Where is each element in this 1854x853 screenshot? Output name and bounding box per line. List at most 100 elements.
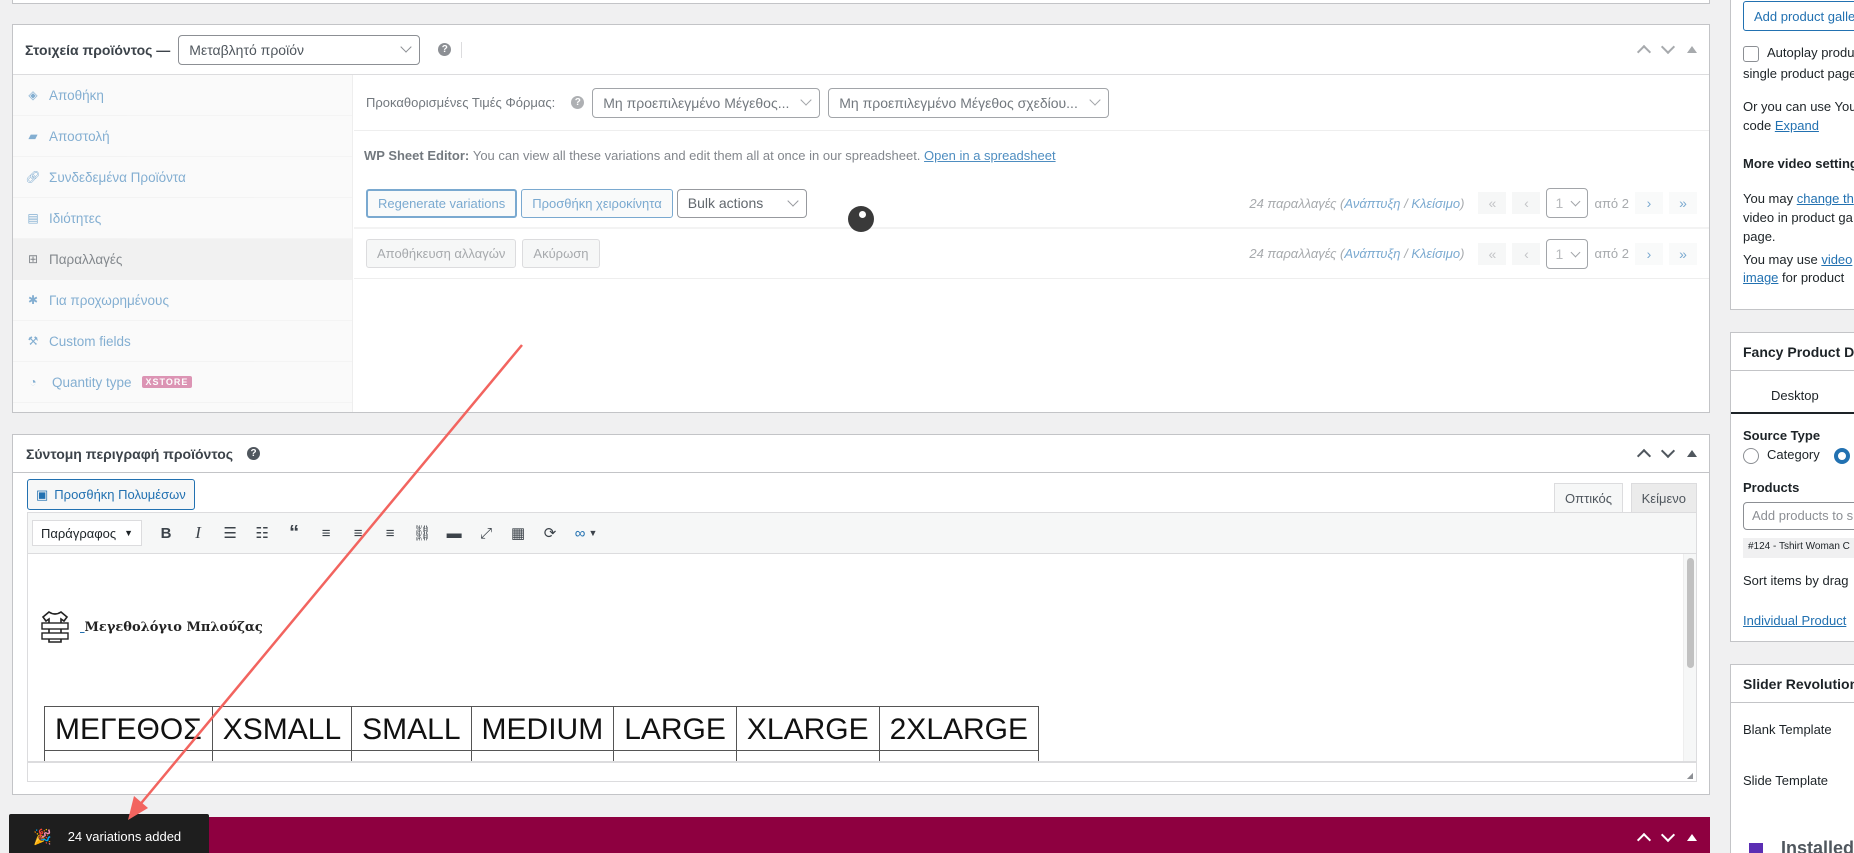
next-page-button[interactable]: › <box>1635 242 1663 265</box>
italic-icon[interactable]: I <box>182 519 214 547</box>
next-page-button[interactable]: › <box>1635 192 1663 214</box>
tab-quantity-type[interactable]: ◔ Quantity type XSTORE <box>13 362 352 403</box>
first-page-button[interactable]: « <box>1478 192 1507 214</box>
chevron-down-icon <box>1089 93 1101 106</box>
individual-product-link[interactable]: Individual Product <box>1743 613 1846 628</box>
align-center-icon[interactable]: ≡ <box>342 519 374 547</box>
products-radio[interactable] <box>1833 447 1850 464</box>
fancy-product-title: Fancy Product De <box>1731 333 1854 371</box>
add-product-gallery-button[interactable]: Add product gallery <box>1743 1 1854 31</box>
move-down-icon[interactable] <box>1660 39 1676 55</box>
chevron-down-icon <box>787 194 799 207</box>
infinity-icon[interactable]: ∞ ▼ <box>566 519 606 547</box>
move-up-icon[interactable] <box>1636 832 1652 848</box>
editor-content[interactable]: Μεγεθολόγιο Μπλούζας ΜΕΓΕΘΟΣ XSMALL SMAL… <box>27 554 1697 762</box>
expand-link[interactable]: Expand <box>1775 118 1819 133</box>
table-cell: 77 <box>878 750 1040 761</box>
prev-page-button[interactable]: ‹ <box>1512 192 1541 214</box>
box-controls <box>1636 827 1697 848</box>
size-chart-title-text: Μεγεθολόγιο Μπλούζας <box>84 619 263 635</box>
scrollbar-thumb[interactable] <box>1687 558 1694 668</box>
editor-scrollbar[interactable] <box>1683 554 1696 761</box>
help-icon[interactable]: ? <box>438 43 452 56</box>
cancel-button[interactable]: Ακύρωση <box>522 239 600 268</box>
tab-inventory[interactable]: ◈ Αποθήκη <box>13 75 352 116</box>
regenerate-variations-button[interactable]: Regenerate variations <box>366 188 518 218</box>
numbered-list-icon[interactable]: ☷ <box>246 519 278 547</box>
move-up-icon[interactable] <box>1636 448 1652 464</box>
chevron-down-icon <box>800 93 812 106</box>
chevron-down-icon <box>400 40 412 53</box>
move-down-icon[interactable] <box>1660 443 1676 459</box>
tshirt-ruler-icon <box>41 611 69 643</box>
sheet-editor-label: WP Sheet Editor: <box>364 147 470 163</box>
default-design-size-select[interactable]: Μη προεπιλεγμένο Μέγεθος σχεδίου... <box>828 87 1110 118</box>
expand-link[interactable]: Ανάπτυξη <box>1344 196 1400 211</box>
align-left-icon[interactable]: ≡ <box>310 519 342 547</box>
collapse-toggle-icon[interactable] <box>1687 46 1697 53</box>
last-page-button[interactable]: » <box>1669 242 1697 265</box>
resize-handle-icon[interactable]: ◢ <box>1687 771 1693 780</box>
tab-attributes[interactable]: ▤ Ιδιότητες <box>13 198 352 239</box>
tab-linked-products[interactable]: 🔗︎ Συνδεδεμένα Προϊόντα <box>13 157 352 198</box>
change-video-link[interactable]: change th <box>1797 191 1854 206</box>
help-icon[interactable]: ? <box>247 447 261 460</box>
page-select[interactable]: 1 <box>1546 238 1589 269</box>
move-down-icon[interactable] <box>1660 827 1676 843</box>
read-more-icon[interactable]: ▬ <box>438 519 470 547</box>
add-manually-button[interactable]: Προσθήκη χειροκίνητα <box>521 188 673 218</box>
bullet-list-icon[interactable]: ☰ <box>214 519 246 547</box>
tab-visual-label: Οπτικός <box>1565 490 1612 506</box>
add-media-button[interactable]: ▣ Προσθήκη Πολυμέσων <box>27 479 195 510</box>
code-text: code <box>1743 118 1772 133</box>
last-page-button[interactable]: » <box>1669 192 1697 214</box>
snackbar-notice: 🎉 24 variations added <box>9 814 209 853</box>
page-select[interactable]: 1 <box>1546 188 1589 218</box>
autoplay-checkbox[interactable] <box>1743 45 1759 62</box>
bold-icon[interactable]: B <box>150 519 182 547</box>
link-icon[interactable]: ⛓ <box>406 519 438 547</box>
open-spreadsheet-link[interactable]: Open in a spreadsheet <box>924 148 1056 163</box>
tab-visual[interactable]: Οπτικός <box>1554 483 1623 512</box>
hint-text: You may <box>1743 191 1794 206</box>
format-select[interactable]: Παράγραφος ▼ <box>32 520 143 546</box>
bulk-actions-select[interactable]: Bulk actions <box>676 188 807 218</box>
table-cell: 68 <box>211 750 353 761</box>
category-label: Category <box>1767 447 1820 462</box>
tab-shipping[interactable]: ▰ Αποστολή <box>13 116 352 157</box>
collapse-toggle-icon[interactable] <box>1687 834 1697 841</box>
toolbar-toggle-icon[interactable]: ▦ <box>502 519 534 547</box>
refresh-icon[interactable]: ⟳ <box>534 519 566 547</box>
tag-icon: ◈ <box>28 88 38 102</box>
tab-variations[interactable]: ⊞ Παραλλαγές <box>13 239 352 280</box>
product-chip[interactable]: #124 - Tshirt Woman C <box>1743 538 1854 558</box>
product-type-select[interactable]: Μεταβλητό προϊόν <box>178 34 421 65</box>
default-size-select[interactable]: Μη προεπιλεγμένο Μέγεθος... <box>592 87 821 118</box>
sheet-editor-text: You can view all these variations and ed… <box>472 147 921 163</box>
first-page-button[interactable]: « <box>1478 242 1507 265</box>
tab-advanced[interactable]: ✱ Για προχωρημένους <box>13 280 352 321</box>
tab-label: Για προχωρημένους <box>49 292 169 308</box>
hint-text: You may use <box>1743 252 1818 267</box>
prev-page-button[interactable]: ‹ <box>1512 242 1541 265</box>
bulk-actions-value: Bulk actions <box>687 195 764 211</box>
category-radio[interactable] <box>1743 447 1759 464</box>
align-right-icon[interactable]: ≡ <box>374 519 406 547</box>
close-link[interactable]: Κλείσιμο <box>1411 246 1460 261</box>
video-link[interactable]: video <box>1821 252 1852 267</box>
save-changes-button[interactable]: Αποθήκευση αλλαγών <box>366 239 517 268</box>
tab-custom-fields[interactable]: ⚒ Custom fields <box>13 321 352 362</box>
expand-link[interactable]: Ανάπτυξη <box>1344 246 1400 261</box>
image-link[interactable]: image <box>1743 270 1778 285</box>
video-gallery-panel: Add product gallery Autoplay product sin… <box>1730 0 1854 310</box>
blockquote-icon[interactable]: “ <box>278 519 310 547</box>
tab-desktop[interactable]: Desktop <box>1731 388 1854 414</box>
close-link[interactable]: Κλείσιμο <box>1411 196 1460 211</box>
fullscreen-icon[interactable]: ⤢ <box>470 519 502 547</box>
hint-text: for product <box>1782 270 1845 285</box>
tab-text[interactable]: Κείμενο <box>1630 483 1697 512</box>
help-icon[interactable]: ? <box>571 96 585 109</box>
add-products-input[interactable]: Add products to s <box>1743 502 1854 530</box>
collapse-toggle-icon[interactable] <box>1687 450 1697 457</box>
move-up-icon[interactable] <box>1636 44 1652 60</box>
